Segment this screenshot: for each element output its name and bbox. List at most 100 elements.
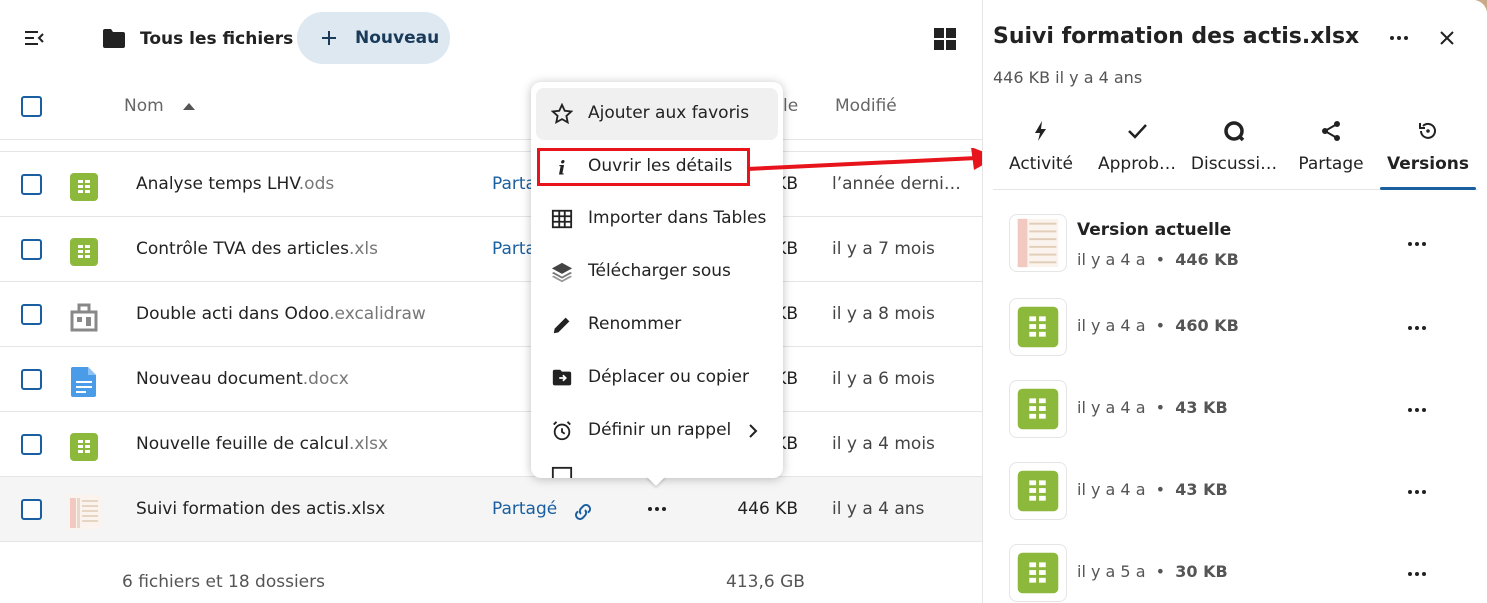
version-age: il y a 4 a — [1077, 316, 1146, 335]
sort-ascending-icon — [183, 103, 195, 110]
file-extension: .ods — [298, 174, 335, 194]
table-row[interactable]: Nouvelle feuille de calcul.xlsx KB il y … — [0, 411, 982, 477]
spreadsheet-preview-icon — [1009, 214, 1067, 272]
layers-icon — [551, 262, 573, 283]
column-size[interactable]: le — [783, 96, 798, 116]
menu-item-add-favorite[interactable]: Ajouter aux favoris — [536, 88, 778, 140]
row-checkbox[interactable] — [21, 499, 42, 520]
version-name: Version actuelle — [1077, 220, 1232, 240]
tab-approval[interactable]: Approb… — [1089, 110, 1185, 188]
navigation-toggle-icon[interactable] — [22, 26, 46, 50]
file-extension: .docx — [302, 369, 349, 389]
table-row[interactable]: Nouveau document.docx KB il y a 6 mois — [0, 346, 982, 412]
row-checkbox[interactable] — [21, 369, 42, 390]
version-size: 43 KB — [1175, 480, 1228, 499]
star-icon — [551, 103, 573, 125]
annotation-highlight-box — [537, 148, 750, 186]
close-icon[interactable] — [1437, 28, 1457, 48]
spreadsheet-icon — [70, 238, 98, 266]
file-basename: Analyse temps LHV — [136, 174, 299, 194]
grid-view-icon[interactable] — [933, 27, 957, 51]
more-actions-icon[interactable] — [1405, 564, 1429, 584]
file-name[interactable]: Nouvelle feuille de calcul.xlsx — [136, 434, 388, 454]
list-item[interactable]: il y a 4 a • 43 KB — [1009, 380, 1469, 440]
menu-item-label: Ajouter aux favoris — [588, 103, 750, 123]
menu-item-move-copy[interactable]: Déplacer ou copier — [536, 352, 778, 404]
file-modified: il y a 4 mois — [832, 434, 935, 454]
file-extension: .xlsx — [348, 434, 389, 454]
tab-talk[interactable]: Discussi… — [1186, 110, 1282, 188]
column-name[interactable]: Nom — [124, 96, 164, 116]
row-checkbox[interactable] — [21, 174, 42, 195]
spreadsheet-icon — [1009, 380, 1067, 438]
more-actions-icon[interactable] — [645, 499, 669, 519]
table-row[interactable]: Double acti dans Odoo.excalidraw KB il y… — [0, 281, 982, 347]
spreadsheet-preview-icon — [68, 495, 101, 529]
sidebar-title: Suivi formation des actis.xlsx — [993, 24, 1360, 49]
list-item[interactable]: il y a 5 a • 30 KB — [1009, 544, 1469, 603]
file-name[interactable]: Analyse temps LHV.ods — [136, 174, 334, 194]
excalidraw-file-icon — [70, 303, 98, 332]
version-meta: il y a 4 a • 43 KB — [1077, 398, 1228, 417]
check-icon — [1128, 124, 1147, 139]
file-name[interactable]: Contrôle TVA des articles.xls — [136, 239, 378, 259]
row-checkbox[interactable] — [21, 304, 42, 325]
more-actions-icon[interactable] — [1405, 400, 1429, 420]
menu-item-set-reminder[interactable]: Définir un rappel — [536, 405, 778, 457]
folder-move-icon — [552, 369, 572, 386]
talk-icon — [1224, 121, 1245, 142]
menu-item-download-as[interactable]: Télécharger sous — [536, 246, 778, 298]
menu-item-label: Définir un rappel — [588, 420, 732, 440]
menu-item-partial[interactable] — [536, 458, 778, 478]
version-size: 446 KB — [1175, 250, 1239, 269]
file-name[interactable]: Suivi formation des actis.xlsx — [136, 499, 385, 519]
tab-activity[interactable]: Activité — [993, 110, 1089, 188]
file-list-footer: 6 fichiers et 18 dossiers 413,6 GB — [0, 552, 982, 603]
file-extension: .xls — [348, 239, 379, 259]
breadcrumb[interactable]: Tous les fichiers — [102, 22, 293, 56]
version-size: 30 KB — [1175, 562, 1228, 581]
version-size: 460 KB — [1175, 316, 1239, 335]
file-size: 446 KB — [737, 499, 798, 519]
column-modified[interactable]: Modifié — [835, 96, 897, 116]
more-actions-icon[interactable] — [1405, 482, 1429, 502]
pencil-icon — [553, 317, 570, 334]
list-item[interactable]: il y a 4 a • 43 KB — [1009, 462, 1469, 522]
version-age: il y a 4 a — [1077, 250, 1146, 269]
table-row[interactable]: Suivi formation des actis.xlsx Partagé 4… — [0, 476, 982, 542]
more-options-icon[interactable] — [1387, 28, 1411, 48]
version-age: il y a 4 a — [1077, 398, 1146, 417]
menu-item-partial-icon — [551, 466, 573, 478]
new-button[interactable]: Nouveau — [297, 12, 450, 64]
version-age: il y a 5 a — [1077, 562, 1146, 581]
list-item[interactable]: Version actuelle il y a 4 a • 446 KB — [1009, 214, 1469, 274]
menu-item-label: Importer dans Tables — [588, 208, 767, 228]
menu-item-label: Déplacer ou copier — [588, 367, 749, 387]
chevron-right-icon — [749, 424, 758, 438]
file-name[interactable]: Double acti dans Odoo.excalidraw — [136, 304, 426, 324]
total-size: 413,6 GB — [726, 572, 805, 592]
select-all-checkbox[interactable] — [21, 96, 42, 117]
tab-sharing[interactable]: Partage — [1283, 110, 1379, 188]
link-icon[interactable] — [571, 500, 595, 524]
more-actions-icon[interactable] — [1405, 318, 1429, 338]
folder-icon — [103, 29, 125, 48]
file-name[interactable]: Nouveau document.docx — [136, 369, 349, 389]
row-checkbox[interactable] — [21, 434, 42, 455]
menu-item-rename[interactable]: Renommer — [536, 299, 778, 351]
row-checkbox[interactable] — [21, 239, 42, 260]
file-basename: Nouvelle feuille de calcul — [136, 434, 349, 454]
version-meta: il y a 4 a • 460 KB — [1077, 316, 1239, 335]
file-modified: il y a 6 mois — [832, 369, 935, 389]
share-status[interactable]: Partagé — [492, 499, 557, 519]
version-meta: il y a 4 a • 446 KB — [1077, 250, 1239, 269]
file-extension: .xlsx — [346, 499, 386, 519]
file-actions-menu: Ajouter aux favoris i Ouvrir les détails… — [531, 82, 783, 478]
table-row[interactable]: Contrôle TVA des articles.xls Partag KB … — [0, 216, 982, 282]
menu-item-import-tables[interactable]: Importer dans Tables — [536, 193, 778, 245]
tab-versions[interactable]: Versions — [1380, 110, 1476, 190]
more-actions-icon[interactable] — [1405, 234, 1429, 254]
file-count-summary: 6 fichiers et 18 dossiers — [122, 572, 325, 592]
list-item[interactable]: il y a 4 a • 460 KB — [1009, 298, 1469, 358]
alarm-icon — [553, 421, 571, 441]
